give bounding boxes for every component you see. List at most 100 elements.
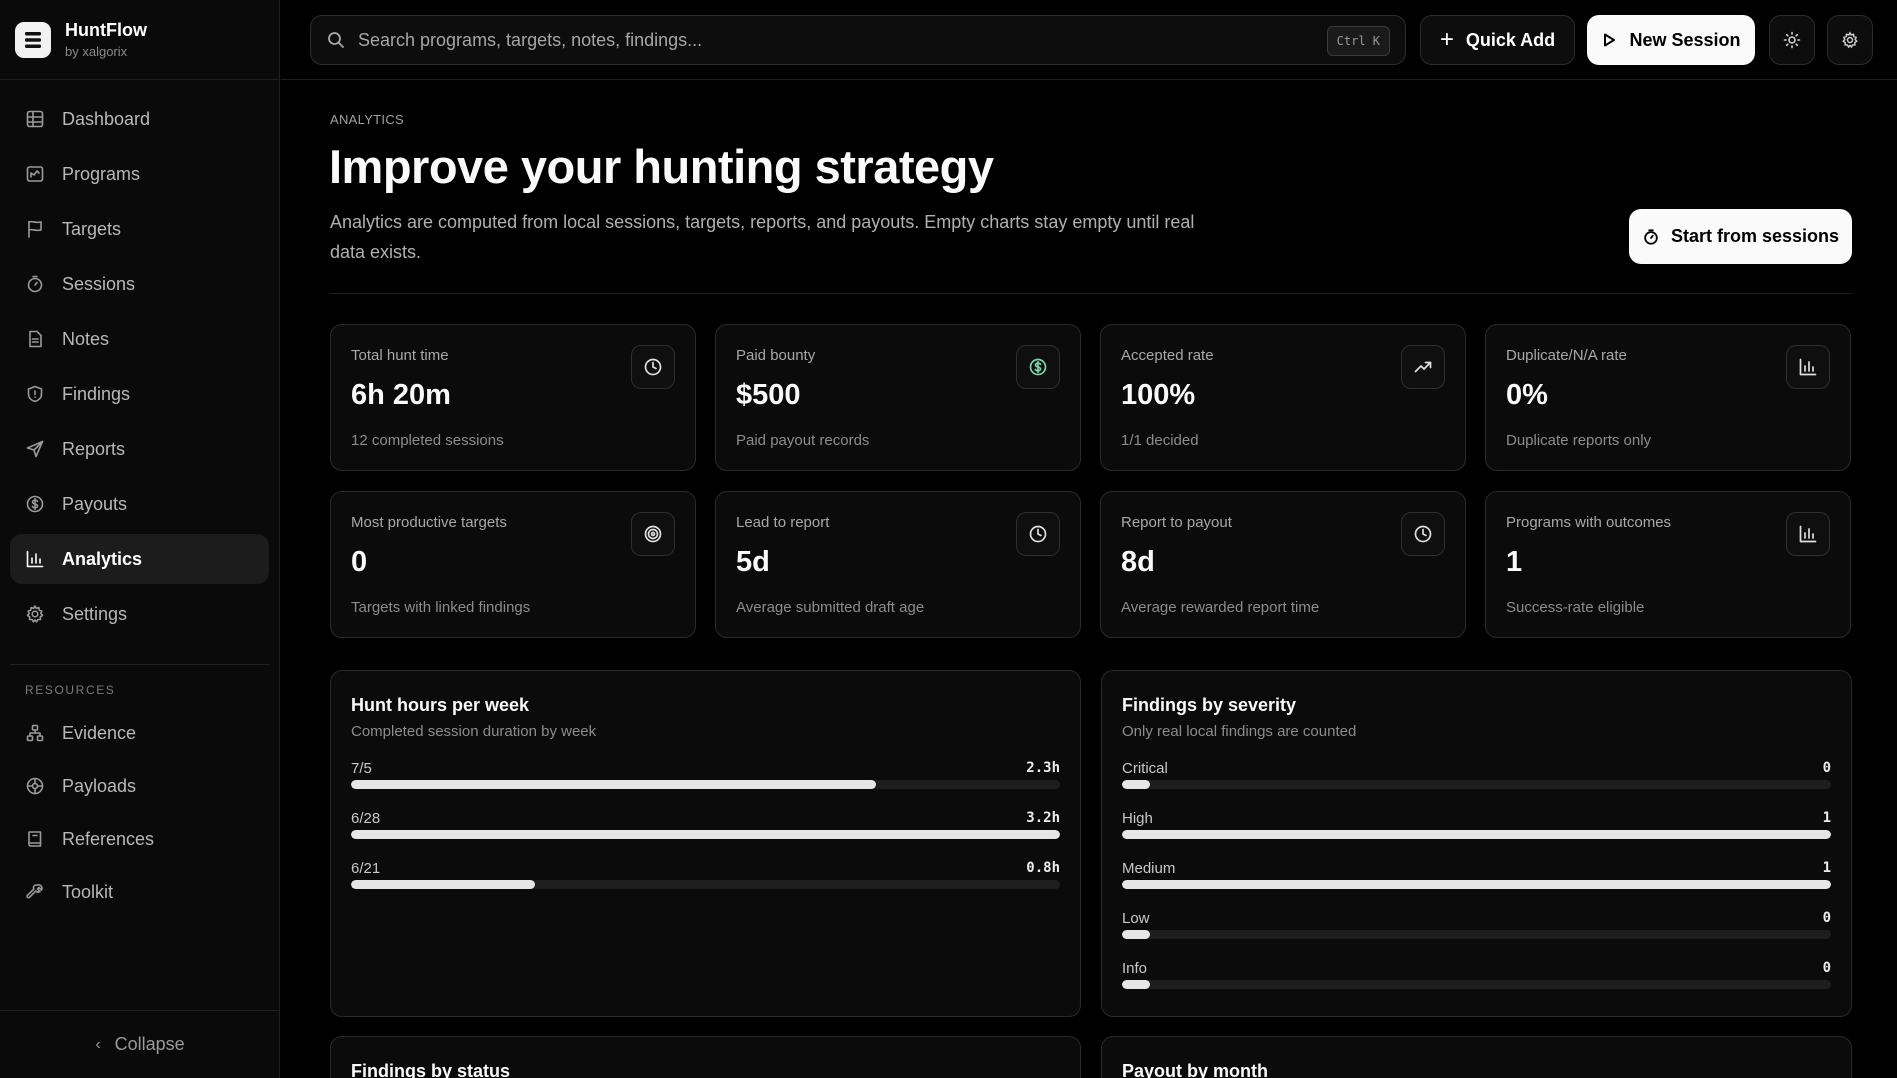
severity-rows: Critical 0 High 1 Medium 1 Low 0 Info 0 (1122, 760, 1831, 1010)
nav-item-settings[interactable]: Settings (10, 589, 269, 639)
search-input[interactable] (358, 29, 1258, 51)
nav-item-reports[interactable]: Reports (10, 424, 269, 474)
gear-icon (26, 605, 44, 623)
stat-caption: Duplicate reports only (1506, 432, 1652, 449)
bar-track (1122, 930, 1831, 939)
bar-value: 2.3h (1026, 760, 1060, 776)
wrench-icon (26, 884, 43, 899)
nav-item-toolkit[interactable]: Toolkit (10, 868, 269, 916)
bar-row: 6/28 3.2h (351, 810, 1060, 860)
bar-fill (351, 780, 876, 789)
nav-label: Findings (62, 383, 131, 404)
stat-value: 6h 20m (351, 379, 451, 411)
settings-button[interactable] (1827, 15, 1873, 65)
nav-item-references[interactable]: References (10, 815, 269, 863)
nav-item-notes[interactable]: Notes (10, 314, 269, 364)
nav-item-targets[interactable]: Targets (10, 204, 269, 254)
stat-card-total-hunt-time: Total hunt time 6h 20m 12 completed sess… (330, 324, 696, 471)
panel-title: Hunt hours per week (351, 695, 530, 715)
nav-label: Settings (62, 603, 128, 624)
stat-card-duplicate-rate: Duplicate/N/A rate 0% Duplicate reports … (1485, 324, 1851, 471)
dollar-icon (1016, 345, 1060, 389)
nav-item-analytics[interactable]: Analytics (10, 534, 269, 584)
stat-caption: Paid payout records (736, 432, 870, 449)
clock-icon (1401, 512, 1445, 556)
bar-track (1122, 830, 1831, 839)
bar-row: 7/5 2.3h (351, 760, 1060, 810)
book-icon (28, 831, 42, 847)
plus-icon: + (1439, 26, 1454, 53)
page-description: Analytics are computed from local sessio… (330, 212, 1195, 262)
stat-value: 8d (1121, 546, 1155, 578)
bar-chart-icon (1786, 512, 1830, 556)
main-nav: Dashboard Programs Targets Sessions Note… (10, 94, 269, 644)
topbar: Ctrl K + Quick Add New Session (281, 0, 1897, 80)
global-search[interactable]: Ctrl K (310, 15, 1406, 65)
quick-add-button[interactable]: + Quick Add (1420, 15, 1575, 65)
bar-track (1122, 980, 1831, 989)
quick-add-label: Quick Add (1465, 29, 1556, 50)
nav-item-payouts[interactable]: Payouts (10, 479, 269, 529)
sidebar: HuntFlow by xalgorix Dashboard Programs … (0, 0, 280, 1078)
nav-label: Analytics (62, 548, 143, 569)
bar-value: 0.8h (1026, 860, 1060, 876)
findings-severity-panel: Findings by severity Only real local fin… (1101, 670, 1852, 1017)
nav-label: Dashboard (62, 108, 151, 129)
header-divider (330, 293, 1852, 294)
new-session-button[interactable]: New Session (1587, 15, 1755, 65)
bar-track (351, 780, 1060, 789)
bar-row: Critical 0 (1122, 760, 1831, 810)
start-button-label: Start from sessions (1670, 226, 1840, 246)
panel-title: Payout by month (1122, 1061, 1269, 1078)
stat-value: 100% (1121, 379, 1196, 411)
bar-value: 3.2h (1026, 810, 1060, 826)
bar-value: 1 (1822, 810, 1831, 826)
nav-item-sessions[interactable]: Sessions (10, 259, 269, 309)
new-session-label: New Session (1629, 29, 1741, 50)
stat-label: Total hunt time (351, 347, 449, 364)
clock-icon (1016, 512, 1060, 556)
nav-item-dashboard[interactable]: Dashboard (10, 94, 269, 144)
bar-row: Info 0 (1122, 960, 1831, 1010)
stats-grid: Total hunt time 6h 20m 12 completed sess… (330, 324, 1852, 638)
nav-label: Payloads (62, 775, 137, 796)
bar-value: 0 (1822, 960, 1831, 976)
nav-label: Notes (62, 328, 110, 349)
stat-card-programs-with-outcomes: Programs with outcomes 1 Success-rate el… (1485, 491, 1851, 638)
collapse-sidebar-button[interactable]: ‹ Collapse (0, 1010, 280, 1078)
evidence-icon (26, 724, 44, 742)
flag-icon (28, 220, 42, 238)
bar-label: Critical (1122, 760, 1168, 777)
bar-label: High (1122, 810, 1153, 827)
theme-toggle-button[interactable] (1769, 15, 1815, 65)
start-from-sessions-button[interactable]: Start from sessions (1629, 209, 1852, 264)
bar-track (1122, 780, 1831, 789)
bar-row: High 1 (1122, 810, 1831, 860)
stat-caption: 1/1 decided (1121, 432, 1199, 449)
bar-track (351, 880, 1060, 889)
nav-item-payloads[interactable]: Payloads (10, 762, 269, 810)
nav-label: References (62, 828, 155, 849)
dashboard-icon (26, 110, 44, 128)
brand[interactable]: HuntFlow by xalgorix (0, 0, 279, 80)
nav-item-programs[interactable]: Programs (10, 149, 269, 199)
stat-caption: Targets with linked findings (351, 599, 531, 616)
search-shortcut-badge: Ctrl K (1326, 26, 1390, 56)
resources-heading: RESOURCES (25, 683, 116, 697)
sun-icon (1783, 31, 1801, 49)
nav-item-evidence[interactable]: Evidence (10, 709, 269, 757)
payloads-icon (26, 777, 44, 795)
nav-item-findings[interactable]: Findings (10, 369, 269, 419)
stat-label: Duplicate/N/A rate (1506, 347, 1627, 364)
panel-title: Findings by status (351, 1061, 511, 1078)
bar-label: Low (1122, 910, 1150, 927)
nav-label: Evidence (62, 722, 137, 743)
nav-label: Reports (62, 438, 126, 459)
bar-row: Low 0 (1122, 910, 1831, 960)
resources-nav: Evidence Payloads References Toolkit (10, 709, 269, 921)
brand-name: HuntFlow (65, 20, 147, 40)
bar-row: 6/21 0.8h (351, 860, 1060, 910)
page-title: Improve your hunting strategy (329, 140, 994, 193)
dollar-icon (26, 495, 44, 513)
brand-subtitle: by xalgorix (65, 44, 128, 59)
